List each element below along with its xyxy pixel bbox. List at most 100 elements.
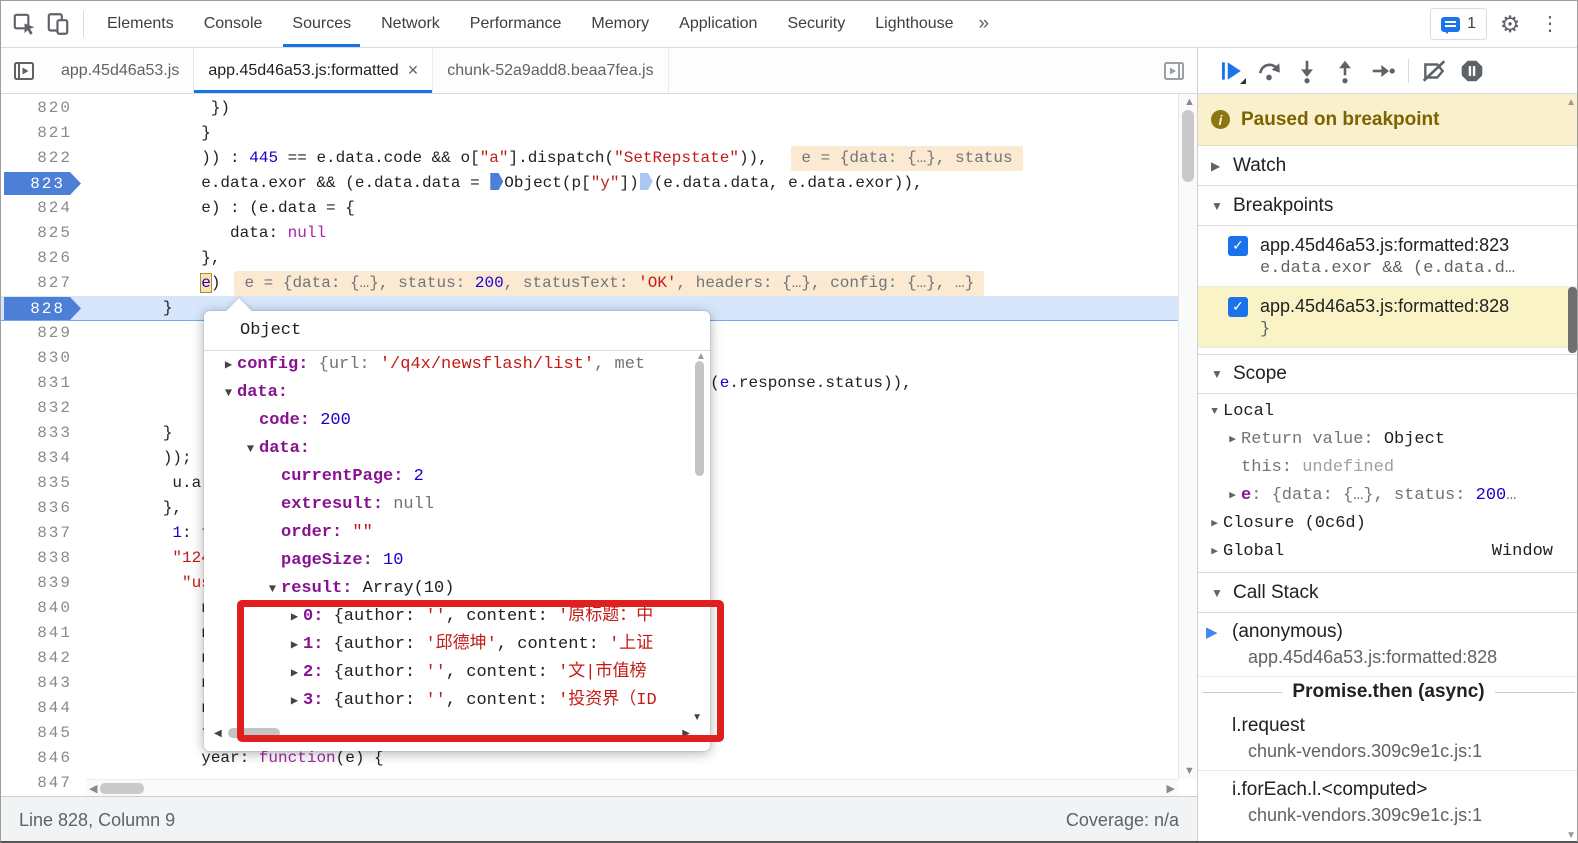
sidebar-scrollbar[interactable]: ▲ ▼ [1565, 94, 1578, 843]
breakpoint-entry[interactable]: ✓app.45d46a53.js:formatted:828} [1198, 287, 1578, 348]
line-number[interactable]: 840 [1, 596, 86, 621]
line-number[interactable]: 846 [1, 746, 86, 771]
step-over-button[interactable] [1250, 54, 1288, 88]
line-number[interactable]: 831 [1, 371, 86, 396]
resume-button[interactable] [1212, 54, 1250, 88]
line-number[interactable]: 835 [1, 471, 86, 496]
line-number[interactable]: 836 [1, 496, 86, 521]
file-tab[interactable]: chunk-52a9add8.beaa7fea.js [433, 48, 668, 93]
line-number[interactable]: 837 [1, 521, 86, 546]
line-number[interactable]: 828 [1, 296, 86, 321]
popup-tree-row[interactable]: ▶3: {author: '', content: '投资界（ID [204, 687, 710, 715]
console-messages-badge[interactable]: 1 [1430, 8, 1487, 40]
chevron-down-icon[interactable]: ▼ [242, 435, 259, 463]
line-number[interactable]: 844 [1, 696, 86, 721]
tab-application[interactable]: Application [664, 1, 772, 47]
show-navigator-icon[interactable] [1, 48, 47, 93]
scope-row[interactable]: ▶Closure (0c6d) [1198, 510, 1578, 538]
scope-row[interactable]: ▶GlobalWindow [1198, 538, 1578, 566]
chevron-right-icon[interactable]: ▶ [1206, 538, 1223, 566]
scroll-right-icon[interactable]: ▶ [1167, 782, 1175, 795]
line-number[interactable]: 842 [1, 646, 86, 671]
kebab-menu-icon[interactable]: ⋮ [1533, 7, 1567, 41]
checkbox-checked-icon[interactable]: ✓ [1228, 297, 1248, 317]
pause-on-exceptions-button[interactable] [1453, 54, 1491, 88]
device-toolbar-icon[interactable] [41, 7, 75, 41]
chevron-right-icon[interactable]: ▶ [286, 659, 303, 687]
line-number[interactable]: 845 [1, 721, 86, 746]
breakpoint-badge[interactable]: 828 [4, 297, 81, 320]
scroll-left-icon[interactable]: ◀ [214, 728, 222, 739]
chevron-down-icon[interactable]: ▼ [1206, 398, 1223, 426]
chevron-down-icon[interactable]: ▼ [264, 575, 281, 603]
popup-hscroll-thumb[interactable] [228, 728, 280, 738]
scroll-right-icon[interactable]: ▶ [682, 728, 690, 739]
call-stack-frame[interactable]: i.forEach.l.<computed>chunk-vendors.309c… [1198, 771, 1578, 834]
section-watch[interactable]: ▶ Watch [1198, 146, 1578, 186]
tab-elements[interactable]: Elements [92, 1, 189, 47]
scroll-up-icon[interactable]: ▲ [1566, 97, 1576, 108]
scroll-down-icon[interactable]: ▼ [1184, 765, 1195, 777]
checkbox-checked-icon[interactable]: ✓ [1228, 236, 1248, 256]
popup-tree-row[interactable]: ▶config: {url: '/q4x/newsflash/list', me… [204, 351, 710, 379]
popup-horizontal-scrollbar[interactable]: ◀ ▶ [218, 726, 688, 741]
section-scope[interactable]: ▼ Scope [1198, 354, 1578, 394]
scope-row[interactable]: ▶Return value: Object [1198, 426, 1578, 454]
editor-vertical-scrollbar[interactable]: ▲ ▼ [1178, 94, 1197, 779]
popup-vertical-scrollbar[interactable]: ▲ [693, 353, 706, 653]
tab-lighthouse[interactable]: Lighthouse [860, 1, 968, 47]
line-number[interactable]: 830 [1, 346, 86, 371]
popup-tree-row[interactable]: ▶1: {author: '邱德坤', content: '上证 [204, 631, 710, 659]
line-number[interactable]: 834 [1, 446, 86, 471]
line-number[interactable]: 833 [1, 421, 86, 446]
deactivate-breakpoints-button[interactable] [1415, 54, 1453, 88]
breakpoint-badge[interactable]: 823 [4, 172, 81, 195]
line-number[interactable]: 822 [1, 146, 86, 171]
sidebar-scroll-thumb[interactable] [1568, 287, 1577, 353]
inspect-element-icon[interactable] [7, 7, 41, 41]
line-number[interactable]: 823 [1, 171, 86, 196]
tab-memory[interactable]: Memory [576, 1, 664, 47]
line-number[interactable]: 847 [1, 771, 86, 796]
chevron-right-icon[interactable]: ▶ [286, 687, 303, 715]
file-tab[interactable]: app.45d46a53.js:formatted× [194, 48, 433, 93]
show-sidebar-icon[interactable] [1151, 48, 1197, 93]
tab-network[interactable]: Network [366, 1, 455, 47]
call-stack-frame[interactable]: ▶(anonymous)app.45d46a53.js:formatted:82… [1198, 613, 1578, 677]
more-tabs-button[interactable]: » [969, 13, 1000, 35]
chevron-right-icon[interactable]: ▶ [286, 631, 303, 659]
gear-icon[interactable]: ⚙ [1493, 7, 1527, 41]
editor-scroll-thumb[interactable] [1182, 110, 1194, 182]
scroll-up-icon[interactable]: ▲ [1184, 96, 1195, 108]
popup-tree-row[interactable]: ▶2: {author: '', content: '文|市值榜 [204, 659, 710, 687]
file-tab[interactable]: app.45d46a53.js [47, 48, 194, 93]
chevron-right-icon[interactable]: ▶ [1206, 510, 1223, 538]
chevron-right-icon[interactable]: ▶ [1224, 482, 1241, 510]
tab-console[interactable]: Console [189, 1, 278, 47]
inline-breakpoint-marker[interactable] [640, 173, 653, 190]
line-number[interactable]: 827 [1, 271, 86, 296]
tab-performance[interactable]: Performance [455, 1, 577, 47]
scope-row[interactable]: ▶e: {data: {…}, status: 200… [1198, 482, 1578, 510]
line-number[interactable]: 838 [1, 546, 86, 571]
line-number[interactable]: 824 [1, 196, 86, 221]
line-number[interactable]: 826 [1, 246, 86, 271]
tab-security[interactable]: Security [772, 1, 860, 47]
line-number[interactable]: 843 [1, 671, 86, 696]
line-number[interactable]: 825 [1, 221, 86, 246]
line-number[interactable]: 821 [1, 121, 86, 146]
section-breakpoints[interactable]: ▼ Breakpoints [1198, 186, 1578, 226]
popup-tree-row[interactable]: ▼data: [204, 435, 710, 463]
editor-hscroll-thumb[interactable] [100, 783, 144, 794]
step-out-button[interactable] [1326, 54, 1364, 88]
step-into-button[interactable] [1288, 54, 1326, 88]
section-call-stack[interactable]: ▼ Call Stack [1198, 573, 1578, 613]
scope-row[interactable]: ▼Local [1198, 398, 1578, 426]
line-number[interactable]: 820 [1, 96, 86, 121]
inline-breakpoint-marker[interactable] [490, 173, 503, 190]
popup-tree-row[interactable]: ▼data: [204, 379, 710, 407]
chevron-right-icon[interactable]: ▶ [220, 351, 237, 379]
popup-tree-row[interactable]: ▶0: {author: '', content: '原标题：中 [204, 603, 710, 631]
chevron-right-icon[interactable]: ▶ [1224, 426, 1241, 454]
call-stack-frame[interactable]: l.requestchunk-vendors.309c9e1c.js:1 [1198, 707, 1578, 771]
